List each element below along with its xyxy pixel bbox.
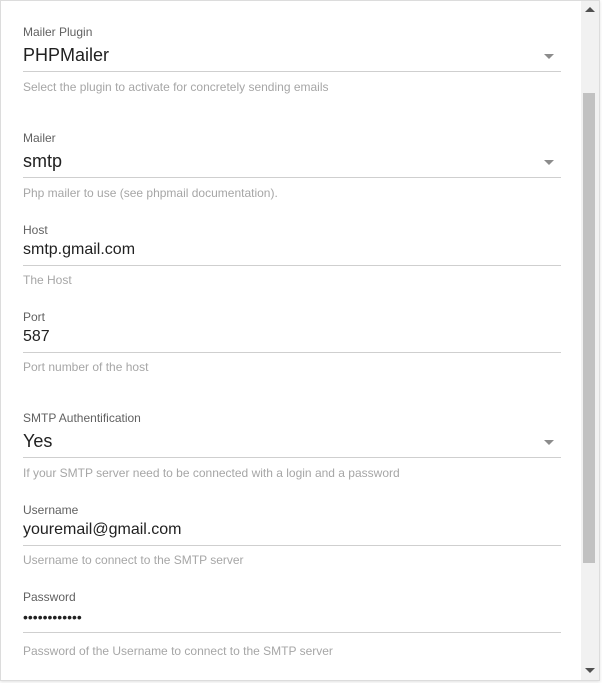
mailer-plugin-select[interactable]: PHPMailer — [23, 39, 561, 72]
host-hint: The Host — [23, 273, 72, 287]
password-field: Password •••••••••••• Password of the Us… — [23, 590, 561, 658]
username-input[interactable]: youremail@gmail.com — [23, 517, 561, 546]
mailer-plugin-hint: Select the plugin to activate for concre… — [23, 80, 329, 94]
port-label: Port — [23, 310, 46, 324]
mailer-hint: Php mailer to use (see phpmail documenta… — [23, 186, 278, 200]
mailer-label: Mailer — [23, 131, 56, 145]
password-value: •••••••••••• — [23, 609, 82, 625]
host-input[interactable]: smtp.gmail.com — [23, 237, 561, 266]
scrollbar-thumb[interactable] — [583, 93, 595, 563]
host-label: Host — [23, 223, 48, 237]
host-value: smtp.gmail.com — [23, 241, 136, 258]
smtp-auth-hint: If your SMTP server need to be connected… — [23, 466, 400, 480]
mailer-plugin-field: Mailer Plugin PHPMailer Select the plugi… — [23, 25, 561, 94]
smtp-auth-field: SMTP Authentification Yes If your SMTP s… — [23, 411, 561, 480]
username-label: Username — [23, 503, 79, 517]
chevron-down-icon — [544, 160, 554, 165]
chevron-down-icon — [544, 440, 554, 445]
smtp-auth-value: Yes — [23, 431, 53, 451]
chevron-down-icon — [544, 54, 554, 59]
password-label: Password — [23, 590, 76, 604]
host-field: Host smtp.gmail.com The Host — [23, 223, 561, 287]
vertical-scrollbar[interactable] — [581, 1, 599, 680]
username-hint: Username to connect to the SMTP server — [23, 553, 244, 567]
settings-panel: Mailer Plugin PHPMailer Select the plugi… — [0, 0, 600, 681]
mailer-value: smtp — [23, 151, 63, 171]
port-input[interactable]: 587 — [23, 324, 561, 353]
port-hint: Port number of the host — [23, 360, 149, 374]
mailer-plugin-label: Mailer Plugin — [23, 25, 93, 39]
username-value: youremail@gmail.com — [23, 521, 182, 538]
smtp-auth-select[interactable]: Yes — [23, 425, 561, 458]
password-input[interactable]: •••••••••••• — [23, 604, 561, 633]
mailer-field: Mailer smtp Php mailer to use (see phpma… — [23, 131, 561, 200]
scroll-down-arrow-icon[interactable] — [585, 668, 595, 673]
mailer-plugin-value: PHPMailer — [23, 45, 110, 65]
password-hint: Password of the Username to connect to t… — [23, 644, 333, 658]
smtp-auth-label: SMTP Authentification — [23, 411, 141, 425]
port-field: Port 587 Port number of the host — [23, 310, 561, 374]
mailer-select[interactable]: smtp — [23, 145, 561, 178]
username-field: Username youremail@gmail.com Username to… — [23, 503, 561, 567]
port-value: 587 — [23, 328, 50, 345]
scroll-up-arrow-icon[interactable] — [585, 7, 595, 12]
